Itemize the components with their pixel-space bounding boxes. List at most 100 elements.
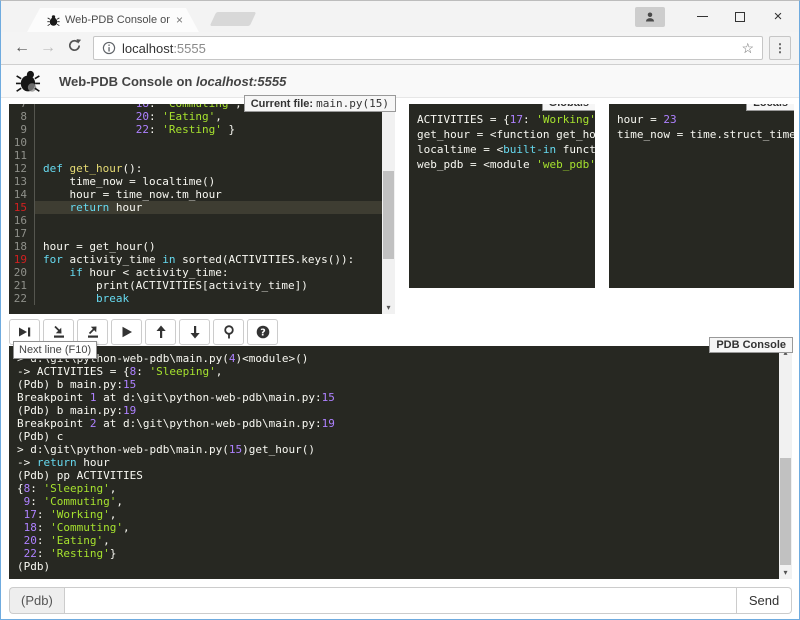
browser-window: Web-PDB Console on lo xyxy=(0,0,800,620)
where-icon xyxy=(221,324,237,340)
code-line: 14 hour = time_now.tm_hour xyxy=(9,188,382,201)
console-line: -> return hour xyxy=(17,456,779,469)
tab-title: Web-PDB Console on lo xyxy=(65,14,170,26)
line-number[interactable]: 18 xyxy=(9,240,35,253)
omnibox[interactable]: localhost:5555 xyxy=(93,36,763,60)
line-number[interactable]: 20 xyxy=(9,266,35,279)
code-line: 21 print(ACTIVITIES[activity_time]) xyxy=(9,279,382,292)
console-line: (Pdb) c xyxy=(17,430,779,443)
window-titlebar: Web-PDB Console on lo xyxy=(1,1,799,32)
scrollbar-thumb[interactable] xyxy=(780,458,791,565)
console-line: > d:\git\python-web-pdb\main.py(4)<modul… xyxy=(17,352,779,365)
maximize-icon xyxy=(735,12,745,22)
bug-favicon-icon xyxy=(47,14,60,27)
line-number[interactable]: 16 xyxy=(9,214,35,227)
help-button[interactable]: ? xyxy=(247,319,278,345)
scrollbar-thumb[interactable] xyxy=(383,171,394,259)
line-number[interactable]: 17 xyxy=(9,227,35,240)
browser-tab[interactable]: Web-PDB Console on lo xyxy=(27,8,199,32)
console-line: Breakpoint 2 at d:\git\python-web-pdb\ma… xyxy=(17,417,779,430)
console-line: {8: 'Sleeping', xyxy=(17,482,779,495)
current-file-badge: Current file: main.py(15) xyxy=(244,95,396,112)
console-vertical-scrollbar[interactable] xyxy=(779,346,792,579)
scroll-down-icon[interactable] xyxy=(779,566,792,579)
line-number[interactable]: 15 xyxy=(9,201,35,214)
console-line: (Pdb) xyxy=(17,560,779,573)
locals-badge: Locals xyxy=(746,104,794,111)
step-into-icon xyxy=(51,324,67,340)
globals-lines: ACTIVITIES = {17: 'Working', 18: 'Commut… xyxy=(417,112,595,172)
bookmark-star-icon[interactable] xyxy=(741,40,754,57)
menu-button[interactable] xyxy=(769,36,791,60)
continue-button[interactable] xyxy=(111,319,142,345)
where-button[interactable] xyxy=(213,319,244,345)
console-line: > d:\git\python-web-pdb\main.py(15)get_h… xyxy=(17,443,779,456)
console-line: (Pdb) b main.py:19 xyxy=(17,404,779,417)
code-line: 9 22: 'Resting' } xyxy=(9,123,382,136)
globals-line: web_pdb = <module 'web_pdb' from 'd:\git… xyxy=(417,157,595,172)
scroll-down-icon[interactable] xyxy=(382,301,395,314)
stack-up-button[interactable] xyxy=(145,319,176,345)
locals-panel: Locals hour = 23time_now = time.struct_t… xyxy=(609,104,794,288)
console-line: Breakpoint 1 at d:\git\python-web-pdb\ma… xyxy=(17,391,779,404)
globals-line: ACTIVITIES = {17: 'Working', 18: 'Commut… xyxy=(417,112,595,127)
new-tab-button[interactable] xyxy=(210,12,257,26)
profile-button[interactable] xyxy=(635,7,665,27)
close-button[interactable] xyxy=(763,5,793,29)
stack-down-icon xyxy=(187,324,203,340)
url-text: localhost:5555 xyxy=(122,41,206,56)
line-number[interactable]: 10 xyxy=(9,136,35,149)
line-number[interactable]: 22 xyxy=(9,292,35,305)
line-number[interactable]: 21 xyxy=(9,279,35,292)
code-line: 20 if hour < activity_time: xyxy=(9,266,382,279)
reload-button[interactable] xyxy=(61,38,87,58)
info-icon[interactable] xyxy=(102,41,116,55)
code-lines: 7 18: 'Commuting',8 20: 'Eating',9 22: '… xyxy=(9,104,382,305)
code-line: 18hour = get_hour() xyxy=(9,240,382,253)
send-button[interactable]: Send xyxy=(737,587,792,614)
globals-line: get_hour = <function get_hour at 0x00000… xyxy=(417,127,595,142)
minimize-button[interactable] xyxy=(687,5,717,29)
globals-line: localtime = <built-in function localtime… xyxy=(417,142,595,157)
stack-down-button[interactable] xyxy=(179,319,210,345)
line-number[interactable]: 11 xyxy=(9,149,35,162)
forward-button[interactable] xyxy=(35,39,61,57)
line-number[interactable]: 13 xyxy=(9,175,35,188)
pdb-console-badge: PDB Console xyxy=(709,337,793,353)
locals-lines: hour = 23time_now = time.struct_time(tm_… xyxy=(617,112,794,142)
globals-panel: Globals ACTIVITIES = {17: 'Working', 18:… xyxy=(409,104,595,288)
help-icon: ? xyxy=(255,324,271,340)
console-line: 17: 'Working', xyxy=(17,508,779,521)
console-line: 9: 'Commuting', xyxy=(17,495,779,508)
console-line: (Pdb) pp ACTIVITIES xyxy=(17,469,779,482)
console-line: 22: 'Resting'} xyxy=(17,547,779,560)
code-line: 11 xyxy=(9,149,382,162)
line-number[interactable]: 9 xyxy=(9,123,35,136)
back-button[interactable] xyxy=(9,39,35,57)
code-line: 15 return hour xyxy=(9,201,382,214)
code-panel: Current file: main.py(15) 7 18: 'Commuti… xyxy=(9,104,395,314)
person-icon xyxy=(644,11,656,23)
locals-line: hour = 23 xyxy=(617,112,794,127)
console-line: 18: 'Commuting', xyxy=(17,521,779,534)
code-vertical-scrollbar[interactable] xyxy=(382,104,395,314)
tab-close-icon[interactable] xyxy=(176,14,183,26)
line-number[interactable]: 14 xyxy=(9,188,35,201)
line-number[interactable]: 19 xyxy=(9,253,35,266)
maximize-button[interactable] xyxy=(725,5,755,29)
stack-up-icon xyxy=(153,324,169,340)
minimize-icon xyxy=(697,16,708,17)
code-line: 22 break xyxy=(9,292,382,305)
code-line: 10 xyxy=(9,136,382,149)
app-header: Web-PDB Console on localhost:5555 xyxy=(1,65,799,98)
close-icon xyxy=(774,10,783,24)
console-line: (Pdb) b main.py:15 xyxy=(17,378,779,391)
app-bug-icon xyxy=(15,68,41,94)
pdb-command-input[interactable] xyxy=(64,587,737,614)
tooltip: Next line (F10) xyxy=(13,341,97,359)
line-number[interactable]: 12 xyxy=(9,162,35,175)
line-number[interactable]: 8 xyxy=(9,110,35,123)
console-line: -> ACTIVITIES = {8: 'Sleeping', xyxy=(17,365,779,378)
locals-line: time_now = time.struct_time(tm_year=2017… xyxy=(617,127,794,142)
reload-icon xyxy=(67,38,82,53)
